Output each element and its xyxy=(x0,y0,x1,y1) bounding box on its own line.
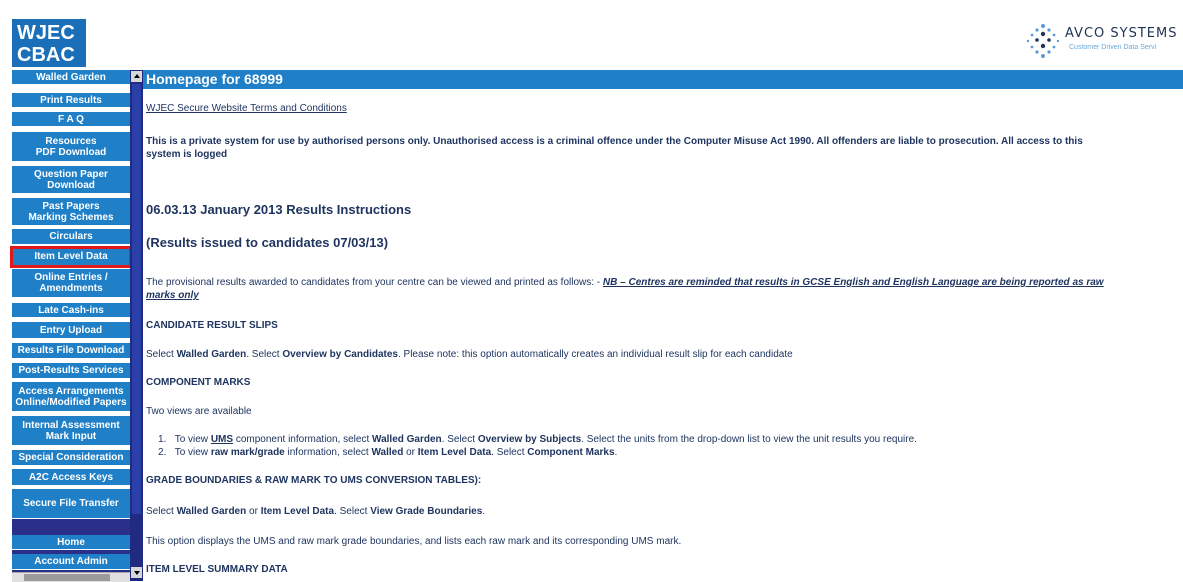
nav-past-papers-marking-schemes[interactable]: Past Papers Marking Schemes xyxy=(12,198,130,226)
bold-run: View Grade Boundaries xyxy=(370,506,483,517)
avco-dots-icon xyxy=(1026,24,1060,58)
bold-run: Overview by Candidates xyxy=(282,349,398,360)
text-run: To view xyxy=(174,434,211,445)
nav-entry-upload[interactable]: Entry Upload xyxy=(12,322,130,339)
terms-link[interactable]: WJEC Secure Website Terms and Conditions xyxy=(146,103,347,114)
notice-text: This is a private system for use by auth… xyxy=(146,136,1083,147)
text-run: . Select xyxy=(334,506,371,517)
nb-note: NB – Centres are reminded that results i… xyxy=(602,277,1104,288)
text-run: or xyxy=(246,506,261,517)
grade-boundaries-option-text: This option displays the UMS and raw mar… xyxy=(146,536,682,547)
nav-results-file-download[interactable]: Results File Download xyxy=(12,343,130,359)
text-run: To view xyxy=(174,447,211,458)
text-run: . Select xyxy=(246,349,283,360)
text-run: . Select the units from the drop-down li… xyxy=(581,434,917,445)
candidate-result-slips-text: Select Walled Garden. Select Overview by… xyxy=(146,349,793,360)
scroll-down-arrow-icon[interactable] xyxy=(131,567,142,578)
text-run: Select xyxy=(146,506,177,517)
results-issued-subtitle: (Results issued to candidates 07/03/13) xyxy=(146,235,389,250)
nav-account-admin[interactable]: Account Admin xyxy=(12,554,130,570)
bold-run: Item Level Data xyxy=(260,506,335,517)
vendor-tagline: Customer Driven Data Servi xyxy=(1069,44,1157,51)
nav-special-consideration[interactable]: Special Consideration xyxy=(12,450,130,466)
nb-note-2: marks only xyxy=(146,290,199,301)
nav-a2c-access-keys[interactable]: A2C Access Keys xyxy=(12,469,130,486)
nav-walled-garden[interactable]: Walled Garden xyxy=(12,70,130,85)
bold-run: Walled Garden xyxy=(372,434,442,445)
nav-post-results-services[interactable]: Post-Results Services xyxy=(12,363,130,379)
nav-faq[interactable]: F A Q xyxy=(12,112,130,127)
text-run: . Select xyxy=(441,434,478,445)
nav-internal-assessment-mark-input[interactable]: Internal Assessment Mark Input xyxy=(12,416,130,446)
text-run: component information, select xyxy=(233,434,373,445)
sidebar-nav: Walled Garden Print Results F A Q Resour… xyxy=(10,70,132,581)
wjec-cbac-logo[interactable]: WJEC CBAC xyxy=(12,19,86,67)
list-number: 2. xyxy=(158,447,167,458)
item-level-summary-heading: ITEM LEVEL SUMMARY DATA xyxy=(146,564,288,575)
avco-systems-logo: AVCO SYSTEMS Customer Driven Data Servi xyxy=(1023,20,1183,60)
text-run: . xyxy=(614,447,618,458)
component-marks-heading: COMPONENT MARKS xyxy=(146,377,251,388)
bold-run: raw mark/grade xyxy=(210,447,285,458)
nav-access-arrangements[interactable]: Access Arrangements Online/Modified Pape… xyxy=(12,382,130,412)
text-run: or xyxy=(403,447,418,458)
text-run: . Please note: this option automatically… xyxy=(397,349,793,360)
text-run: information, select xyxy=(284,447,372,458)
scroll-thumb[interactable] xyxy=(24,574,110,581)
provisional-intro: The provisional results awarded to candi… xyxy=(146,277,603,288)
list-item: 2. To view raw mark/grade information, s… xyxy=(158,447,617,458)
nav-online-entries-amendments[interactable]: Online Entries / Amendments xyxy=(12,269,130,298)
nb-note-line-2: marks only xyxy=(146,290,199,301)
content-vertical-scrollbar[interactable] xyxy=(130,70,143,581)
bold-run: Walled Garden xyxy=(176,349,247,360)
nav-item-level-data[interactable]: Item Level Data xyxy=(10,246,132,268)
provisional-text: The provisional results awarded to candi… xyxy=(146,277,1104,288)
grade-boundaries-heading: GRADE BOUNDARIES & RAW MARK TO UMS CONVE… xyxy=(146,475,482,486)
list-item: 1. To view UMS component information, se… xyxy=(158,434,917,445)
bold-run: Walled xyxy=(371,447,404,458)
logo-line-1: WJEC xyxy=(17,22,75,44)
vendor-name: AVCO SYSTEMS xyxy=(1065,26,1178,41)
two-views-text: Two views are available xyxy=(146,406,252,417)
scroll-up-arrow-icon[interactable] xyxy=(131,71,142,82)
logo-line-2: CBAC xyxy=(17,44,75,66)
text-run: . Select xyxy=(491,447,528,458)
text-run: Select xyxy=(146,349,177,360)
nav-late-cash-ins[interactable]: Late Cash-ins xyxy=(12,303,130,318)
candidate-result-slips-heading: CANDIDATE RESULT SLIPS xyxy=(146,320,278,331)
grade-boundaries-text: Select Walled Garden or Item Level Data.… xyxy=(146,506,485,517)
nav-home[interactable]: Home xyxy=(12,535,130,550)
header: WJEC CBAC AVCO SYSTEMS Customer Driven D… xyxy=(0,0,1183,68)
text-run: . xyxy=(482,506,486,517)
nav-secure-file-transfer[interactable]: Secure File Transfer xyxy=(12,489,130,519)
bold-run: UMS xyxy=(210,434,234,445)
bold-run: Component Marks xyxy=(527,447,615,458)
nav-circulars[interactable]: Circulars xyxy=(12,229,130,245)
nav-question-paper-download[interactable]: Question Paper Download xyxy=(12,166,130,194)
bold-run: Item Level Data xyxy=(417,447,492,458)
bold-run: Overview by Subjects xyxy=(477,434,582,445)
scroll-thumb[interactable] xyxy=(132,84,141,514)
page-title: Homepage for 68999 xyxy=(143,70,1183,89)
nav-resources-pdf-download[interactable]: Resources PDF Download xyxy=(12,132,130,162)
list-number: 1. xyxy=(158,434,167,445)
nav-print-results[interactable]: Print Results xyxy=(12,93,130,108)
instructions-title: 06.03.13 January 2013 Results Instructio… xyxy=(146,202,412,217)
bold-run: Walled Garden xyxy=(176,506,247,517)
notice-text-line-2: system is logged xyxy=(146,149,228,160)
